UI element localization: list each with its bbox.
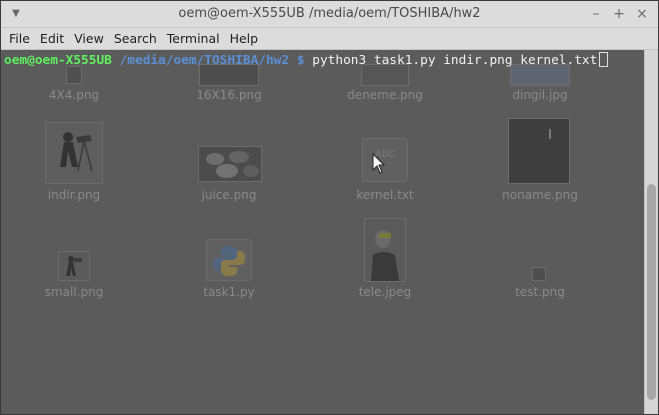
file-label: dingil.jpg [512,88,568,102]
scrollbar-thumb[interactable] [647,184,656,400]
scrollbar[interactable] [644,50,658,414]
file-item: test.png [480,218,600,302]
file-label: deneme.png [347,88,423,102]
noname-mark [549,129,551,139]
menu-search[interactable]: Search [109,28,162,50]
file-label: juice.png [201,188,257,202]
file-label: noname.png [502,188,578,202]
file-item: task1.py [169,218,289,302]
file-item: indir.png [14,120,134,204]
file-label: small.png [44,285,104,299]
file-label: kernel.txt [356,188,414,202]
image-thumbnail-icon [58,251,90,281]
minimize-icon: – [592,6,600,22]
file-label: tele.jpeg [358,285,412,299]
maximize-icon: + [613,6,625,22]
python-file-icon [206,239,252,281]
menu-view[interactable]: View [69,28,109,50]
text-cursor [599,52,609,67]
image-thumbnail-icon [45,122,103,184]
file-item: tele.jpeg [325,218,445,302]
title-bar[interactable]: ▼ oem@oem-X555UB /media/oem/TOSHIBA/hw2 … [1,1,658,28]
menu-bar: File Edit View Search Terminal Help [1,28,658,50]
image-thumbnail-icon [198,146,262,182]
juice-image-icon [199,147,261,181]
file-label: task1.py [203,285,255,299]
image-thumbnail-icon [532,267,546,281]
menu-help[interactable]: Help [225,28,264,50]
small-photographer-icon [66,256,82,276]
minimize-button[interactable]: – [588,6,604,22]
menu-edit[interactable]: Edit [35,28,69,50]
terminal-window: ▼ oem@oem-X555UB /media/oem/TOSHIBA/hw2 … [0,0,659,415]
file-label: 4X4.png [48,88,100,102]
window-title: oem@oem-X555UB /media/oem/TOSHIBA/hw2 [178,6,481,21]
file-label: test.png [515,285,565,299]
file-item: small.png [14,218,134,302]
file-item: juice.png [169,120,289,204]
image-thumbnail-icon [508,118,570,184]
maximize-button[interactable]: + [611,6,627,22]
python-logo-icon [213,246,245,276]
menu-file[interactable]: File [4,28,35,50]
image-thumbnail-icon [364,218,406,282]
file-label: indir.png [47,188,101,202]
menu-terminal[interactable]: Terminal [162,28,225,50]
photographer-image-icon [46,123,102,183]
tele-image-icon [365,219,405,281]
command-text: python3 task1.py indir.png kernel.txt [312,53,598,68]
close-button[interactable]: × [634,6,650,22]
prompt-symbol: $ [296,53,305,68]
prompt-line: oem@oem-X555UB /media/oem/TOSHIBA/hw2 $ … [4,52,609,70]
prompt-user-host: oem@oem-X555UB [4,53,112,68]
terminal-area[interactable]: oem@oem-X555UB /media/oem/TOSHIBA/hw2 $ … [1,50,644,414]
mouse-pointer-icon [372,153,386,174]
close-icon: × [636,6,648,22]
desktop-icons-background: 4X4.png 16X16.png deneme.png dingil.jpg … [1,50,644,414]
prompt-path: /media/oem/TOSHIBA/hw2 [119,53,290,68]
file-label: 16X16.png [196,88,262,102]
file-item: noname.png [480,118,600,204]
